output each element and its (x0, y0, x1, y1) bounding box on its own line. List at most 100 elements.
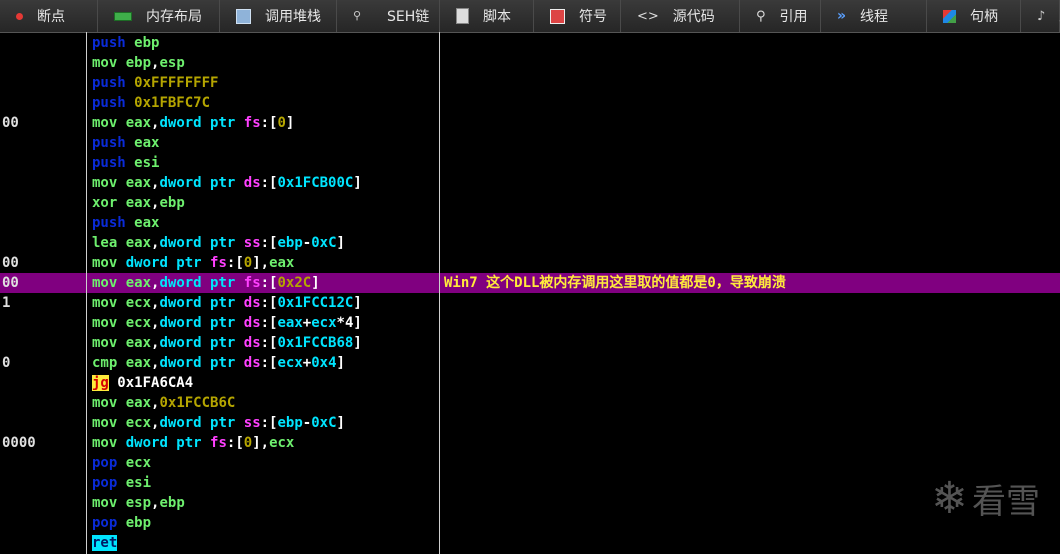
tab-label: 线程 (860, 9, 889, 25)
instruction-row[interactable]: xor eax,ebp (0, 193, 1060, 213)
operand-token: dword ptr (159, 415, 244, 431)
address-cell: 1 (2, 295, 11, 311)
tab-label: 脚本 (483, 9, 511, 25)
tab-threads[interactable]: » 线程 (821, 0, 927, 32)
instruction-row[interactable]: mov eax,dword ptr ds:[0x1FCB00C] (0, 173, 1060, 193)
address-cell: 0000 (2, 435, 36, 451)
instruction-row[interactable]: push ebp (0, 33, 1060, 53)
mnemonic: push (92, 135, 126, 151)
tab-seh-chain[interactable]: ⚲ SEH链 (337, 0, 440, 32)
mnemonic: jg (92, 375, 109, 391)
mnemonic: push (92, 95, 126, 111)
mnemonic: pop (92, 515, 118, 531)
trace-icon: ♪ (1037, 8, 1046, 24)
instruction-row[interactable]: pop ecx (0, 453, 1060, 473)
tab-references[interactable]: ⚲ 引用 (740, 0, 821, 32)
operand-token: dword ptr (125, 255, 211, 271)
operand-token: eax (134, 215, 160, 231)
mnemonic: mov (92, 115, 118, 131)
instruction-text: mov esp,ebp (92, 493, 185, 513)
instruction-row[interactable]: jg 0x1FA6CA4 (0, 373, 1060, 393)
selected-instruction-row[interactable]: 00 mov eax,dword ptr fs:[0x2C] Win7 这个DLL被… (0, 273, 1060, 293)
tab-label: 引用 (779, 9, 808, 25)
instruction-row[interactable]: ret (0, 533, 1060, 553)
instruction-text: lea eax,dword ptr ss:[ebp-0xC] (92, 233, 345, 253)
instruction-row[interactable]: push 0x1FBFC7C (0, 93, 1060, 113)
operand-token: 0x2C (277, 275, 312, 291)
address-cell: 00 (2, 115, 19, 131)
tab-handles[interactable]: 句柄 (927, 0, 1021, 32)
instruction-text: mov dword ptr fs:[0],ecx (92, 433, 294, 453)
instruction-row[interactable]: push eax (0, 133, 1060, 153)
instruction-row[interactable]: mov ebp,esp (0, 53, 1060, 73)
tab-call-stack[interactable]: 调用堆栈 (220, 0, 337, 32)
tab-source[interactable]: <> 源代码 (621, 0, 740, 32)
instruction-row[interactable]: push eax (0, 213, 1060, 233)
operand-token: :[ (260, 115, 278, 131)
instruction-row[interactable]: mov ecx,dword ptr ss:[ebp-0xC] (0, 413, 1060, 433)
instruction-row[interactable]: 0000 mov dword ptr fs:[0],ecx (0, 433, 1060, 453)
tab-bar: 断点 内存布局 调用堆栈 ⚲ SEH链 脚本 符号 <> 源代码 ⚲ 引用 » 线程 句柄 ♪跟 (0, 0, 1060, 33)
instruction-row[interactable]: lea eax,dword ptr ss:[ebp-0xC] (0, 233, 1060, 253)
instruction-row[interactable]: mov eax,0x1FCCB6C (0, 393, 1060, 413)
handles-icon (943, 9, 956, 23)
instruction-row[interactable]: pop ebp (0, 513, 1060, 533)
instruction-text: push 0xFFFFFFFF (92, 73, 218, 93)
tab-memory-map[interactable]: 内存布局 (98, 0, 220, 32)
mnemonic: push (92, 35, 126, 51)
operand-token: ds (243, 175, 261, 191)
instruction-row[interactable]: 0 cmp eax,dword ptr ds:[ecx+0x4] (0, 353, 1060, 373)
operand-token: eax (134, 135, 160, 151)
mnemonic: mov (92, 495, 118, 511)
instruction-row[interactable]: mov ecx,dword ptr ds:[eax+ecx*4] (0, 313, 1060, 333)
instruction-row[interactable]: 00 mov dword ptr fs:[0],eax (0, 253, 1060, 273)
mnemonic: ret (92, 535, 118, 551)
instruction-row[interactable]: mov esp,ebp (0, 493, 1060, 513)
instruction-row[interactable]: push esi (0, 153, 1060, 173)
operand-token: eax (125, 235, 152, 251)
address-column-divider[interactable] (86, 32, 87, 554)
instruction-text: ret (92, 533, 118, 553)
instruction-text: mov eax,dword ptr ds:[0x1FCB00C] (92, 173, 362, 193)
tab-label: 内存布局 (146, 9, 202, 25)
instruction-row[interactable]: push 0xFFFFFFFF (0, 73, 1060, 93)
comment-cell[interactable]: Win7 这个DLL被内存调用这里取的值都是0，导致崩溃 (444, 273, 786, 293)
references-icon: ⚲ (756, 8, 766, 24)
mnemonic: mov (92, 335, 118, 351)
comment-column-divider[interactable] (439, 32, 440, 554)
script-icon (456, 8, 469, 24)
operand-token: eax (125, 355, 152, 371)
address-cell: 00 (2, 255, 19, 271)
address-cell: 0 (2, 355, 11, 371)
operand-token: 0x4 (311, 355, 337, 371)
tab-symbols[interactable]: 符号 (534, 0, 621, 32)
instruction-text: push eax (92, 213, 159, 233)
disassembly-view[interactable]: push ebp mov ebp,esp push 0xFFFFFFFF push 0… (0, 32, 1060, 554)
mnemonic: mov (92, 315, 118, 331)
operand-token: 0x1FCC12C (277, 295, 354, 311)
operand-token: ebp (159, 495, 185, 511)
tab-label: 符号 (579, 9, 607, 25)
operand-token: ds (243, 335, 261, 351)
operand-token: ] (353, 315, 362, 331)
operand-token: ] (252, 435, 261, 451)
operand-token: ] (336, 235, 345, 251)
tab-script[interactable]: 脚本 (440, 0, 534, 32)
source-icon: <> (637, 8, 659, 24)
instruction-row[interactable]: pop esi (0, 473, 1060, 493)
instruction-row[interactable]: mov eax,dword ptr ds:[0x1FCCB68] (0, 333, 1060, 353)
instruction-row[interactable]: 00 mov eax,dword ptr fs:[0] (0, 113, 1060, 133)
instruction-text: mov ecx,dword ptr ds:[0x1FCC12C] (92, 293, 362, 313)
tab-trace[interactable]: ♪跟 (1021, 0, 1060, 32)
tab-breakpoint[interactable]: 断点 (0, 0, 98, 32)
instruction-text: jg 0x1FA6CA4 (92, 373, 193, 393)
mnemonic: mov (92, 175, 118, 191)
operand-token: esp (159, 55, 185, 71)
mnemonic: mov (92, 275, 118, 291)
operand-token: eax (125, 195, 152, 211)
instruction-text: push ebp (92, 33, 159, 53)
operand-token: dword ptr (159, 175, 244, 191)
operand-token: dword ptr (159, 295, 244, 311)
operand-token: :[ (260, 335, 278, 351)
instruction-row[interactable]: 1 mov ecx,dword ptr ds:[0x1FCC12C] (0, 293, 1060, 313)
